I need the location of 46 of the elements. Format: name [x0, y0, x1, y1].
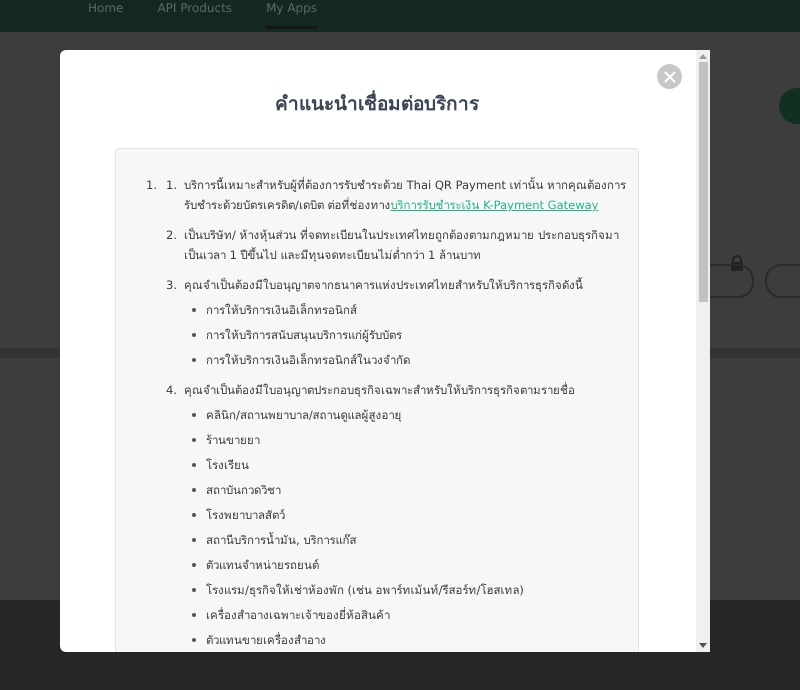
bullet-icon	[192, 638, 196, 642]
bullet-icon	[192, 358, 196, 362]
list-item-text: เครื่องสำอางเฉพาะเจ้าของยี่ห้อสินค้า	[206, 606, 390, 624]
list-item-text: การให้บริการสนับสนุนบริการแก่ผู้รับบัตร	[206, 327, 402, 344]
bullet-icon	[192, 538, 196, 542]
scrollbar[interactable]	[696, 50, 710, 652]
instruction-text: เป็นบริษัท/ ห้างหุ้นส่วน ที่จดทะเบียนในประเทศไทยถูกต้องตามกฎหมาย ประกอบธุรกิจมาเป็นเวลา 1 ปีขึ้นไป และมีทุนจดทะเบียนไม่ต่ำกว่า 1 ล้านบาท	[184, 226, 620, 264]
list-item-text: ร้านขายยา	[206, 432, 260, 449]
scrollbar-thumb[interactable]	[698, 62, 708, 302]
bullet-icon	[192, 333, 196, 337]
bullet-icon	[192, 563, 196, 567]
instruction-text: คุณจำเป็นต้องมีใบอนุญาตประกอบธุรกิจเฉพาะสำหรับให้บริการธุรกิจตามรายชื่อ	[184, 381, 575, 399]
list-item-text: คลินิก/สถานพยาบาล/สถานดูแลผู้สูงอายุ	[206, 407, 402, 424]
bullet-icon	[192, 463, 196, 467]
list-item-text: สถาบันกวดวิชา	[206, 482, 281, 499]
nav-tab[interactable]: Home	[88, 1, 124, 29]
list-item-text: การให้บริการเงินอิเล็กทรอนิกส์ในวงจำกัด	[206, 352, 410, 369]
instruction-text: บริการนี้เหมาะสำหรับผู้ที่ต้องการรับชำระด้วย Thai QR Payment เท่านั้น หากคุณต้องการรับชำระด้วยบัตรเครดิต/เดบิต ต่อที่ช่องทางบริการรับชำระเงิน K-Payment Gateway	[184, 176, 628, 214]
nav-tab[interactable]: API Products	[157, 1, 232, 29]
bullet-icon	[192, 613, 196, 617]
bullet-icon	[192, 308, 196, 312]
scroll-down-icon[interactable]	[699, 643, 707, 648]
bullet-icon	[192, 488, 196, 492]
list-number: 4.	[166, 382, 178, 399]
list-number: 1.	[166, 177, 178, 194]
bullet-icon	[192, 413, 196, 417]
instruction-text: คุณจำเป็นต้องมีใบอนุญาตจากธนาคารแห่งประเทศไทยสำหรับให้บริการธุรกิจดังนี้	[184, 276, 583, 294]
scroll-up-icon[interactable]	[699, 54, 707, 59]
bullet-icon	[192, 588, 196, 592]
list-item-text: การให้บริการเงินอิเล็กทรอนิกส์	[206, 302, 357, 319]
list-number: 2.	[166, 227, 178, 244]
bullet-icon	[192, 513, 196, 517]
list-item-text: โรงแรม/ธุรกิจให้เช่าห้องพัก (เช่น อพาร์ทเม้นท์/รีสอร์ท/โฮสเทล)	[206, 582, 524, 599]
list-number: 1.	[146, 177, 158, 194]
list-item-text: โรงเรียน	[206, 457, 249, 474]
list-item-text: ตัวแทนขายเครื่องสำอาง	[206, 631, 326, 649]
close-icon	[664, 70, 676, 82]
list-item-text: สถานีบริการน้ำมัน, บริการแก๊ส	[206, 531, 356, 549]
list-item-text: โรงพยาบาลสัตว์	[206, 507, 285, 524]
list-number: 3.	[166, 277, 178, 294]
close-button[interactable]	[657, 64, 682, 89]
bullet-icon	[192, 438, 196, 442]
nav-tab[interactable]: My Apps	[266, 1, 318, 29]
list-item-text: ตัวแทนจำหน่ายรถยนต์	[206, 557, 319, 574]
modal-title: คำแนะนำเชื่อมต่อบริการ	[115, 88, 639, 118]
payment-gateway-link[interactable]: บริการรับชำระเงิน K-Payment Gateway	[390, 198, 598, 212]
